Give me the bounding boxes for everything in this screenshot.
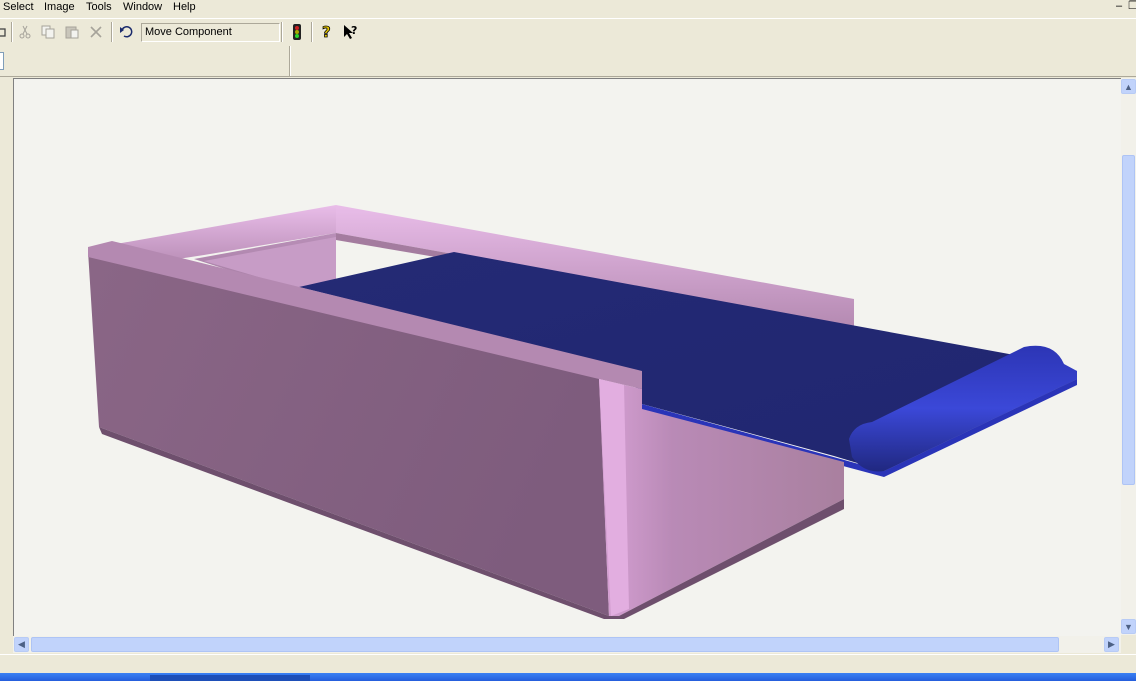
menu-select[interactable]: Select: [2, 0, 35, 15]
toolbar-separator: [111, 22, 113, 42]
minimize-button[interactable]: –: [1112, 0, 1126, 14]
copy-icon[interactable]: [38, 22, 58, 42]
command-display: Move Component: [141, 23, 280, 42]
panel-row: [0, 46, 1136, 77]
taskbar: [0, 673, 1136, 681]
scroll-down-icon[interactable]: ▼: [1121, 619, 1136, 634]
print-icon[interactable]: [0, 22, 10, 42]
menu-tools[interactable]: Tools: [85, 0, 113, 15]
restore-button[interactable]: ❐: [1126, 0, 1136, 14]
vertical-scrollbar[interactable]: ▲ ▼: [1121, 78, 1136, 635]
paste-icon[interactable]: [62, 22, 82, 42]
context-help-icon[interactable]: ?: [341, 22, 361, 42]
taskbar-active-item[interactable]: [150, 675, 310, 681]
menu-image[interactable]: Image: [43, 0, 76, 15]
delete-icon[interactable]: [86, 22, 106, 42]
traffic-light-icon[interactable]: [287, 22, 307, 42]
panel-left-control[interactable]: [0, 52, 4, 70]
scroll-up-icon[interactable]: ▲: [1121, 79, 1136, 94]
menu-bar: Select Image Tools Window Help – ❐: [0, 0, 1136, 16]
scroll-left-icon[interactable]: ◀: [14, 637, 29, 652]
undo-icon[interactable]: [116, 22, 136, 42]
model-viewport[interactable]: [13, 78, 1121, 636]
help-icon[interactable]: ?: [317, 22, 337, 42]
cut-icon[interactable]: [15, 22, 35, 42]
vertical-scroll-thumb[interactable]: [1122, 155, 1135, 485]
svg-text:?: ?: [322, 23, 331, 41]
scroll-right-icon[interactable]: ▶: [1104, 637, 1119, 652]
menu-window[interactable]: Window: [122, 0, 163, 15]
toolbar-separator: [11, 22, 13, 42]
menu-help[interactable]: Help: [172, 0, 197, 15]
horizontal-scroll-thumb[interactable]: [31, 637, 1059, 652]
status-bar: [0, 654, 1136, 674]
3d-model[interactable]: [14, 79, 1121, 636]
horizontal-scrollbar[interactable]: ◀ ▶: [13, 636, 1121, 653]
toolbar-separator: [311, 22, 313, 42]
toolbar-separator: [281, 22, 283, 42]
toolbar: Move Component ? ?: [0, 18, 1136, 47]
panel-divider[interactable]: [289, 46, 291, 76]
svg-text:?: ?: [351, 24, 357, 37]
